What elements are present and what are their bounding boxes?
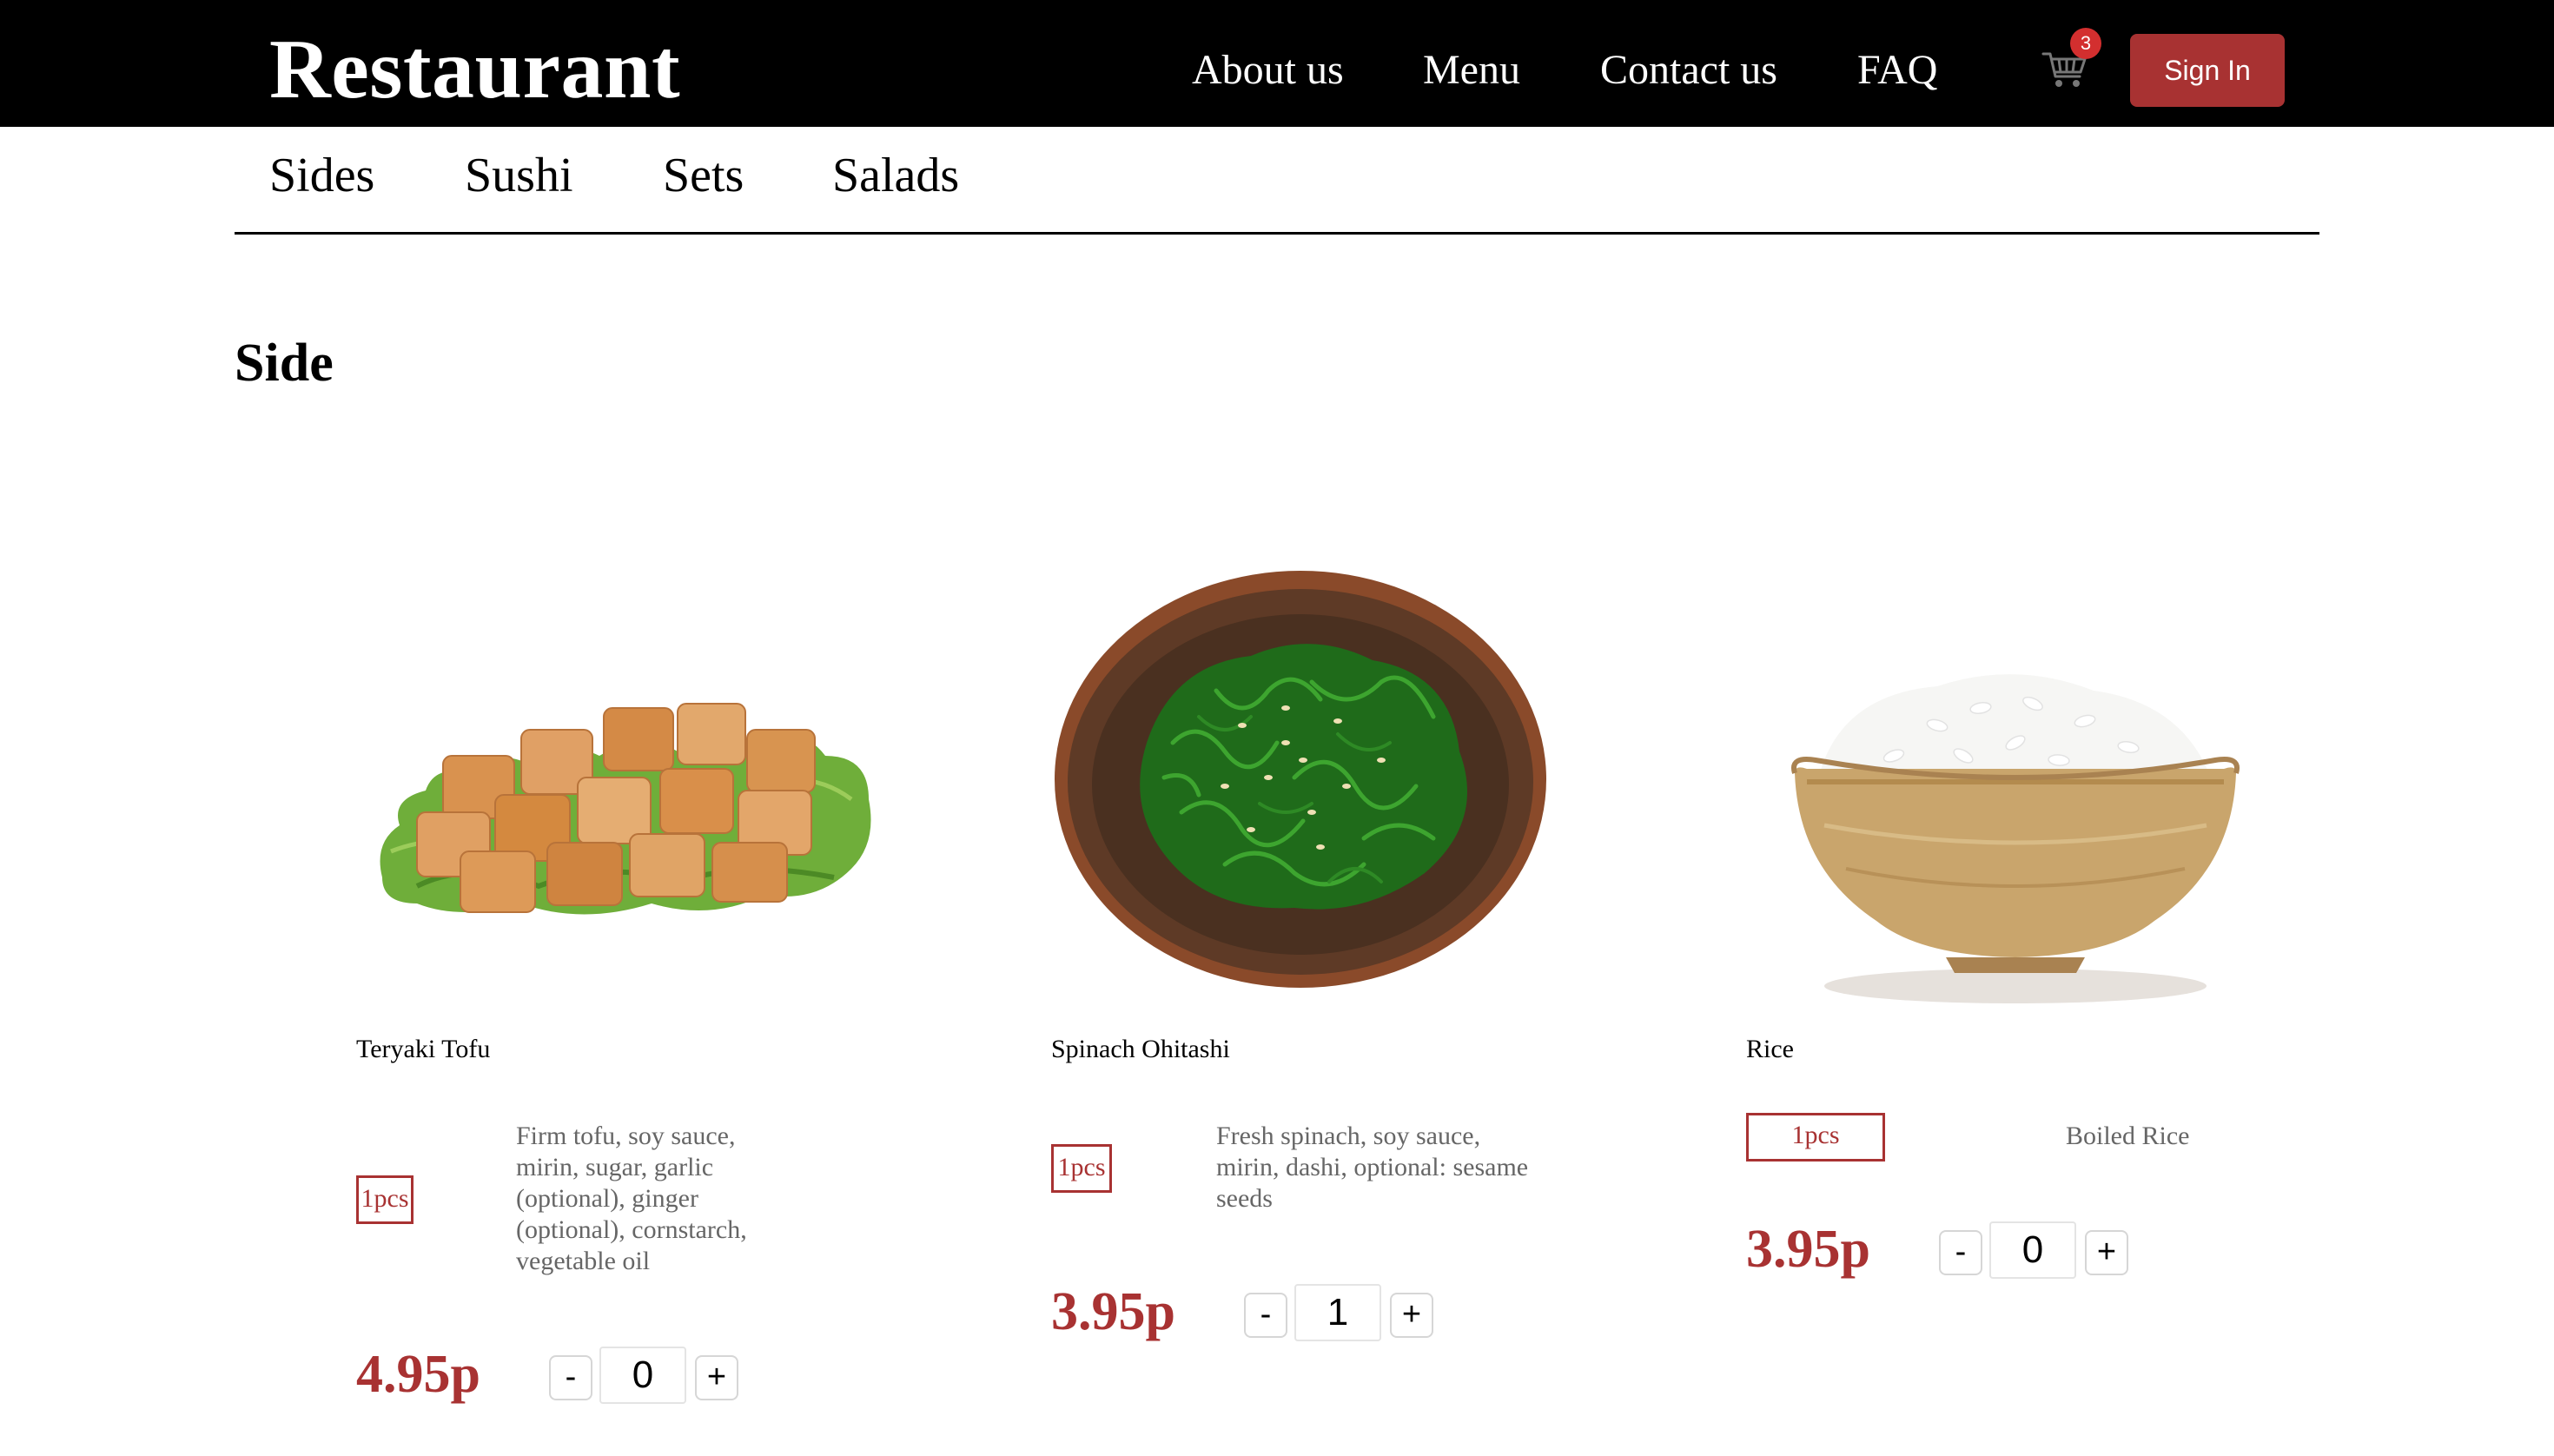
increment-button[interactable]: + — [1390, 1293, 1433, 1338]
section-title: Side — [235, 334, 334, 393]
spinach-ohitashi-image — [1051, 569, 1551, 990]
nav-faq[interactable]: FAQ — [1857, 40, 1937, 101]
sign-in-button[interactable]: Sign In — [2130, 34, 2285, 107]
product-description: Boiled Rice — [2066, 1122, 2190, 1150]
product-name: Teryaki Tofu — [356, 1035, 491, 1063]
product-price: 3.95p — [1746, 1220, 1870, 1279]
product-name: Spinach Ohitashi — [1051, 1035, 1230, 1063]
tabs-divider — [235, 232, 2319, 235]
teryaki-tofu-image — [365, 625, 877, 921]
tab-sushi[interactable]: Sushi — [465, 144, 573, 207]
quantity-input[interactable]: 0 — [599, 1347, 686, 1404]
product-description: Firm tofu, soy sauce, mirin, sugar, garl… — [516, 1122, 747, 1275]
tab-salads[interactable]: Salads — [832, 144, 959, 207]
nav-about-us[interactable]: About us — [1192, 40, 1344, 101]
increment-button[interactable]: + — [2085, 1230, 2128, 1275]
tab-sides[interactable]: Sides — [269, 144, 374, 207]
unit-badge: 1pcs — [356, 1175, 414, 1224]
rice-bowl-image — [1763, 643, 2267, 1008]
nav-menu[interactable]: Menu — [1423, 40, 1520, 101]
product-name: Rice — [1746, 1035, 1794, 1063]
cart-count-badge: 3 — [2070, 28, 2101, 59]
quantity-input[interactable]: 0 — [1989, 1221, 2076, 1279]
product-description: Fresh spinach, soy sauce, mirin, dashi, … — [1216, 1122, 1529, 1213]
unit-badge: 1pcs — [1051, 1144, 1112, 1193]
product-price: 3.95p — [1051, 1282, 1175, 1341]
tab-sets[interactable]: Sets — [663, 144, 744, 207]
decrement-button[interactable]: - — [1244, 1293, 1287, 1338]
brand-logo[interactable]: Restaurant — [269, 19, 680, 120]
product-price: 4.95p — [356, 1345, 480, 1404]
unit-badge: 1pcs — [1746, 1113, 1885, 1161]
nav-contact-us[interactable]: Contact us — [1600, 40, 1777, 101]
quantity-input[interactable]: 1 — [1294, 1284, 1381, 1341]
decrement-button[interactable]: - — [1939, 1230, 1982, 1275]
decrement-button[interactable]: - — [549, 1355, 592, 1400]
increment-button[interactable]: + — [695, 1355, 738, 1400]
